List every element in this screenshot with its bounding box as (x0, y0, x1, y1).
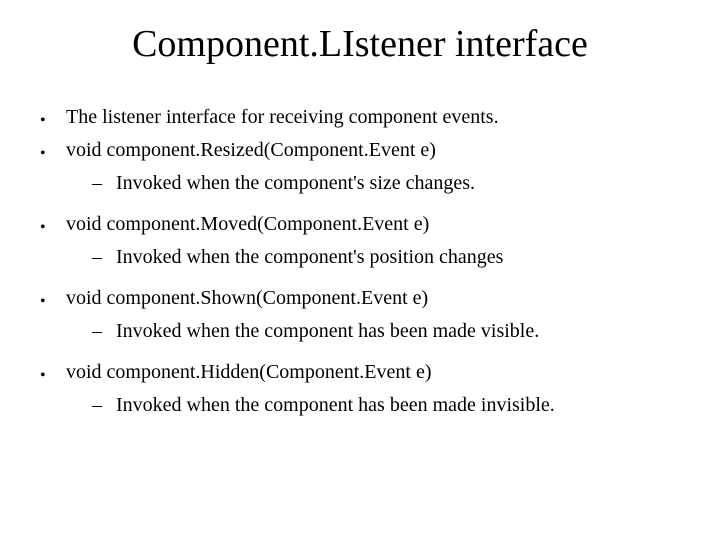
dash-icon: – (92, 394, 116, 417)
list-item: • void component.Hidden(Component.Event … (40, 361, 680, 384)
list-item-text: void component.Moved(Component.Event e) (66, 213, 680, 236)
bullet-icon: • (40, 113, 66, 129)
sub-list: – Invoked when the component's size chan… (92, 172, 680, 195)
dash-icon: – (92, 172, 116, 195)
slide: Component.LIstener interface • The liste… (0, 0, 720, 540)
list-item-text: void component.Shown(Component.Event e) (66, 287, 680, 310)
list-item: – Invoked when the component has been ma… (92, 320, 680, 343)
list-item: – Invoked when the component has been ma… (92, 394, 680, 417)
list-item: • The listener interface for receiving c… (40, 106, 680, 129)
bullet-list: • The listener interface for receiving c… (40, 106, 680, 417)
sub-list: – Invoked when the component's position … (92, 246, 680, 269)
sub-list: – Invoked when the component has been ma… (92, 394, 680, 417)
bullet-icon: • (40, 146, 66, 162)
list-item-text: The listener interface for receiving com… (66, 106, 680, 129)
sub-item-text: Invoked when the component's position ch… (116, 246, 680, 269)
list-item: – Invoked when the component's size chan… (92, 172, 680, 195)
list-item-text: void component.Resized(Component.Event e… (66, 139, 680, 162)
dash-icon: – (92, 246, 116, 269)
sub-list: – Invoked when the component has been ma… (92, 320, 680, 343)
sub-item-text: Invoked when the component's size change… (116, 172, 680, 195)
bullet-icon: • (40, 220, 66, 236)
list-item: • void component.Shown(Component.Event e… (40, 287, 680, 310)
list-item: – Invoked when the component's position … (92, 246, 680, 269)
dash-icon: – (92, 320, 116, 343)
sub-item-text: Invoked when the component has been made… (116, 394, 680, 417)
bullet-icon: • (40, 294, 66, 310)
page-title: Component.LIstener interface (40, 22, 680, 66)
bullet-icon: • (40, 368, 66, 384)
list-item: • void component.Resized(Component.Event… (40, 139, 680, 162)
sub-item-text: Invoked when the component has been made… (116, 320, 680, 343)
list-item-text: void component.Hidden(Component.Event e) (66, 361, 680, 384)
list-item: • void component.Moved(Component.Event e… (40, 213, 680, 236)
